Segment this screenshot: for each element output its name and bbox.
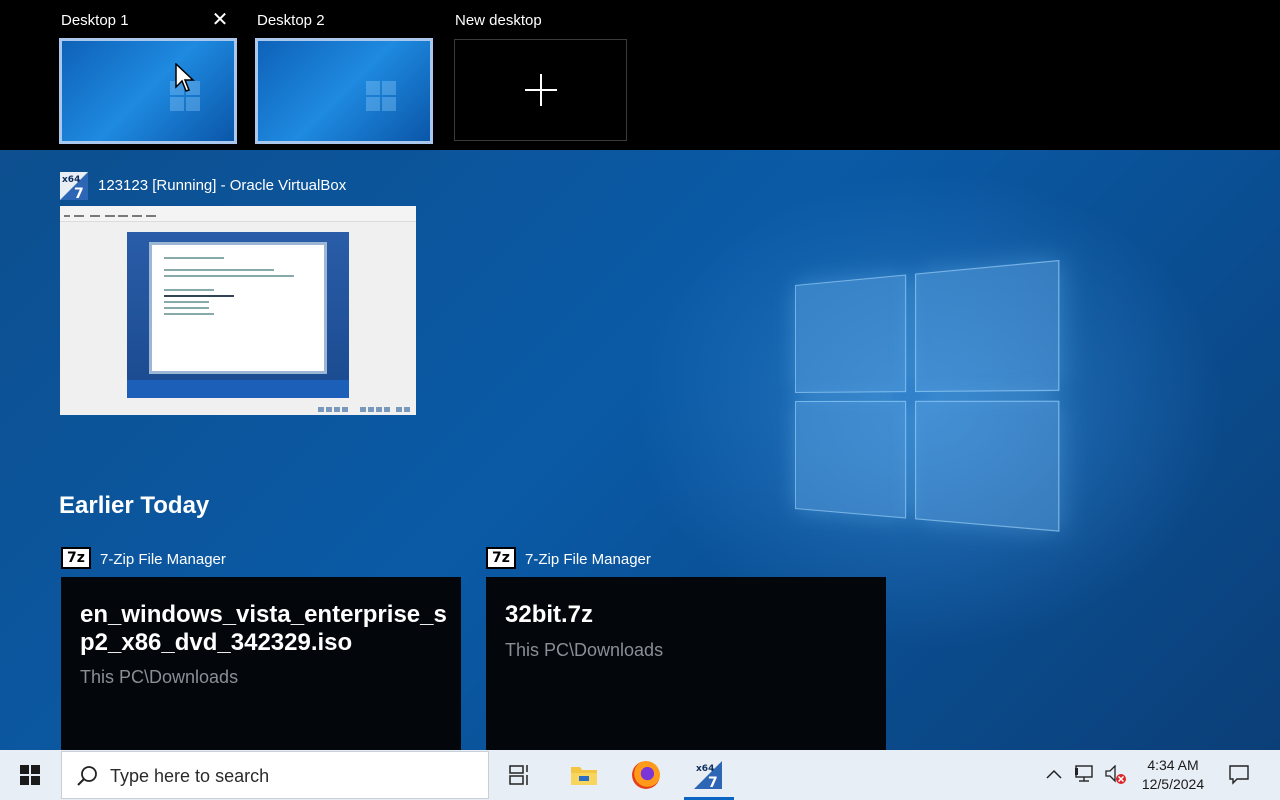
desktop-1-label: Desktop 1 [61,12,129,29]
start-button[interactable] [0,750,60,800]
card-app-name: 7-Zip File Manager [525,551,651,568]
timeline-card[interactable]: en_windows_vista_enterprise_sp2_x86_dvd_… [61,577,461,750]
close-icon[interactable]: ✕ [211,10,229,30]
card-file-name: en_windows_vista_enterprise_sp2_x86_dvd_… [80,601,447,656]
virtualbox-icon: x64 7 [60,172,88,201]
timeline-section-title: Earlier Today [59,492,210,519]
desktop-2-label: Desktop 2 [257,12,325,29]
volume-button[interactable] [1103,750,1127,800]
svg-text:x64: x64 [696,764,714,774]
clock-time: 4:34 AM [1147,757,1199,773]
task-view-button[interactable] [496,750,544,800]
notification-icon [1229,765,1249,785]
windows-logo-mini [366,81,396,111]
card-app-name: 7-Zip File Manager [100,551,226,568]
windows-start-icon [20,765,40,785]
card-file-path: This PC\Downloads [505,640,664,660]
virtual-desktops-bar: Desktop 1 ✕ Desktop 2 New desktop [0,0,1280,150]
file-explorer-button[interactable] [560,750,608,800]
plus-icon [525,74,557,106]
action-center-button[interactable] [1224,750,1254,800]
file-explorer-icon [571,767,597,785]
network-button[interactable] [1073,750,1097,800]
svg-text:7: 7 [74,186,84,201]
volume-muted-icon [1105,765,1126,784]
clock[interactable]: 4:34 AM 12/5/2024 [1138,756,1208,794]
clock-date: 12/5/2024 [1141,776,1205,792]
vm-screen-preview [127,232,349,398]
task-view-icon [509,765,528,785]
window-title: 123123 [Running] - Oracle VirtualBox [98,177,347,194]
network-icon [1075,765,1093,782]
virtualbox-icon: x64 7 [694,761,722,790]
firefox-button[interactable] [622,750,670,800]
seven-zip-icon: 7z [61,547,91,569]
card-file-path: This PC\Downloads [80,667,239,687]
new-desktop-label: New desktop [455,12,542,29]
virtualbox-window-thumbnail[interactable] [60,206,416,415]
svg-text:x64: x64 [62,175,80,185]
vb-menubar-preview [60,206,416,222]
new-desktop-button[interactable] [454,39,627,141]
vm-progress-bar-preview [127,380,349,398]
seven-zip-icon: 7z [486,547,516,569]
installer-dialog-preview [149,242,327,374]
mouse-cursor-icon [175,63,195,92]
svg-text:7: 7 [708,775,718,790]
search-input[interactable]: Type here to search [61,751,489,799]
taskbar: Type here to search x64 7 4:34 AM 12/5/2… [0,750,1280,800]
card-file-name: 32bit.7z [505,601,594,628]
desktop-2-thumbnail[interactable] [255,38,433,144]
timeline-card[interactable]: 32bit.7z This PC\Downloads [486,577,886,750]
chevron-up-icon [1046,769,1062,779]
windows-logo-wallpaper [795,259,1060,545]
search-icon [77,766,97,786]
virtualbox-taskbar-button[interactable]: x64 7 [684,750,734,800]
firefox-icon [632,761,660,789]
show-hidden-icons-button[interactable] [1043,750,1065,800]
search-placeholder: Type here to search [110,766,270,786]
desktop-1-thumbnail[interactable] [59,38,237,144]
